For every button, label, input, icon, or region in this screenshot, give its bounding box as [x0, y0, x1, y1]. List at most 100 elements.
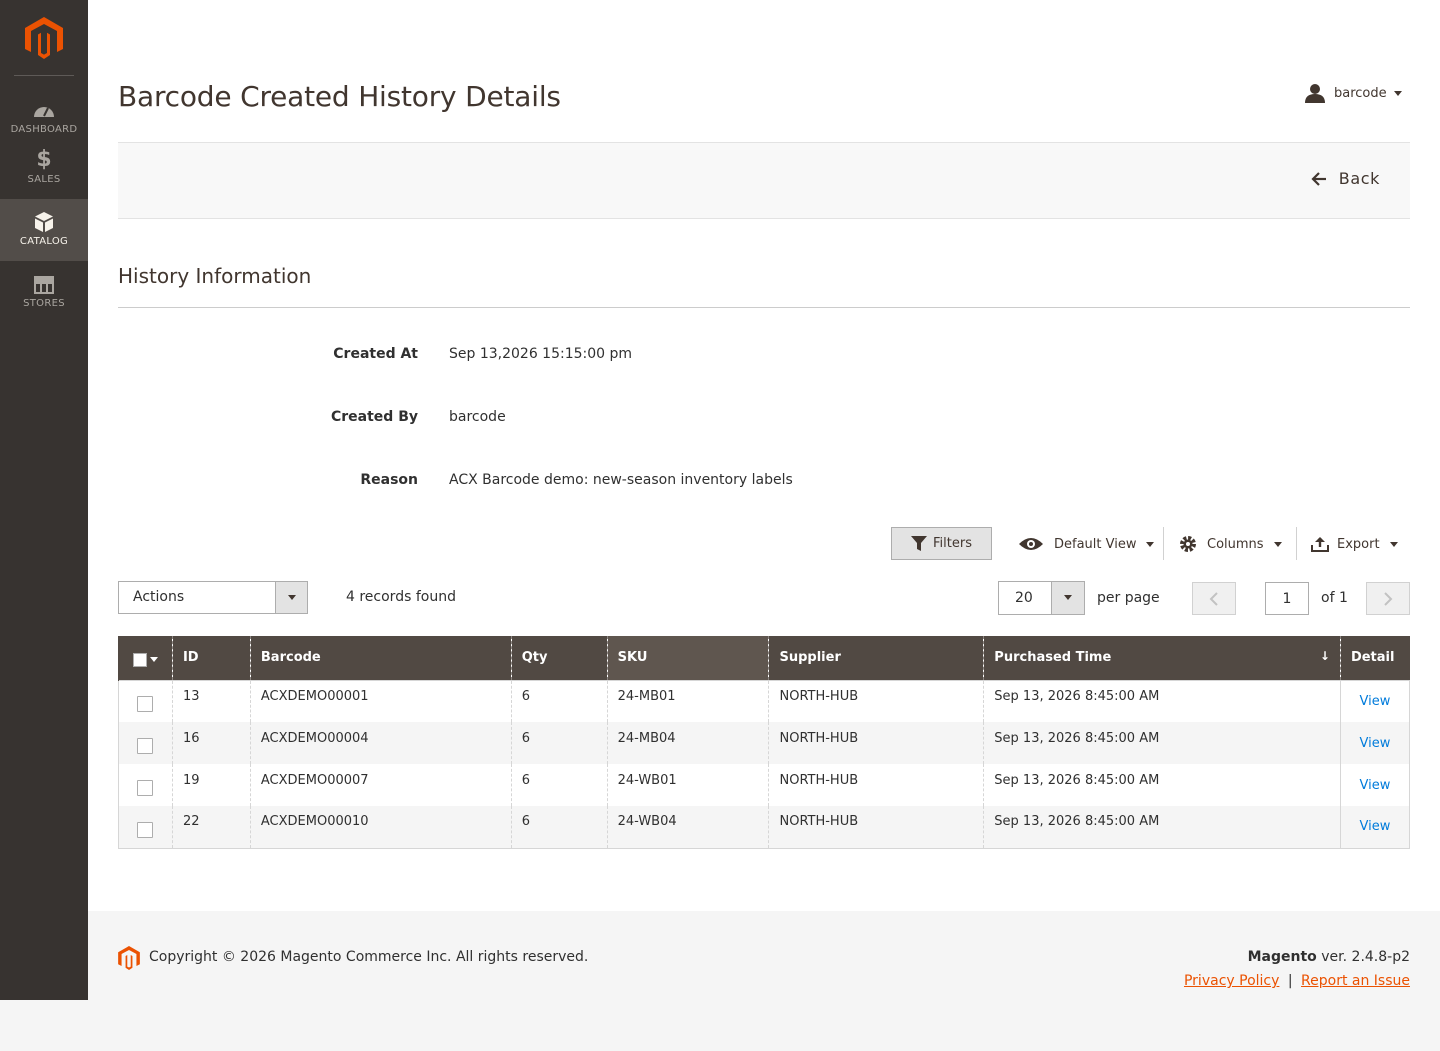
- view-link[interactable]: View: [1360, 736, 1391, 751]
- chevron-down-icon: [1389, 541, 1398, 547]
- cell-qty: 6: [510, 680, 608, 722]
- cell-qty: 6: [510, 806, 608, 848]
- sidebar-item-label: SALES: [27, 174, 61, 185]
- column-header-barcode[interactable]: Barcode: [249, 636, 512, 680]
- dashboard-icon: [34, 107, 54, 117]
- view-link[interactable]: View: [1360, 778, 1391, 793]
- view-link[interactable]: View: [1360, 694, 1391, 709]
- eye-icon: [1019, 538, 1043, 550]
- page-number-input[interactable]: [1265, 582, 1309, 615]
- sidebar-item-stores[interactable]: STORES: [0, 261, 88, 323]
- chevron-down-icon: [1393, 90, 1402, 96]
- previous-page-button[interactable]: [1192, 582, 1236, 615]
- columns-dropdown[interactable]: Columns: [1179, 532, 1282, 556]
- cell-detail: View: [1339, 680, 1410, 722]
- info-value: barcode: [449, 409, 506, 425]
- column-header-purchased-time[interactable]: Purchased Time ↓: [983, 636, 1341, 680]
- checkbox-icon: [132, 652, 147, 667]
- user-name: barcode: [1334, 85, 1387, 101]
- sort-descending-icon: ↓: [1319, 649, 1330, 663]
- barcode-history-grid: ID Barcode Qty SKU Supplier Purchased Ti…: [118, 636, 1410, 849]
- magento-logo-icon[interactable]: [118, 946, 140, 970]
- column-header-qty[interactable]: Qty: [510, 636, 608, 680]
- export-label: Export: [1337, 536, 1380, 552]
- info-label: Created By: [330, 409, 418, 425]
- row-checkbox[interactable]: [137, 738, 154, 754]
- page-total-label: of 1: [1321, 590, 1348, 606]
- cell-sku: 24-MB01: [606, 680, 769, 722]
- toolbar-divider: [1163, 527, 1164, 560]
- default-view-dropdown[interactable]: Default View: [1018, 532, 1155, 556]
- back-button[interactable]: Back: [1311, 169, 1380, 188]
- chevron-down-icon: [1273, 541, 1282, 547]
- mass-actions-select[interactable]: Actions: [118, 581, 308, 614]
- sidebar-item-label: CATALOG: [19, 236, 69, 247]
- chevron-down-icon: [275, 582, 307, 613]
- magento-logo-icon[interactable]: [25, 17, 63, 59]
- filter-icon: [911, 536, 928, 551]
- column-header-supplier[interactable]: Supplier: [768, 636, 984, 680]
- box-icon: [35, 212, 53, 232]
- column-header-sku[interactable]: SKU: [606, 636, 769, 680]
- row-select-cell: [118, 722, 173, 764]
- gear-icon: [1180, 536, 1196, 552]
- cell-barcode: ACXDEMO00010: [249, 806, 512, 848]
- row-select-cell: [118, 806, 173, 848]
- cell-sku: 24-WB04: [606, 806, 769, 848]
- arrow-left-icon: [1311, 171, 1326, 186]
- cell-supplier: NORTH-HUB: [768, 806, 984, 848]
- row-checkbox[interactable]: [137, 780, 154, 796]
- row-checkbox[interactable]: [137, 821, 154, 838]
- cell-id: 22: [171, 806, 251, 848]
- filters-button[interactable]: Filters: [891, 527, 992, 560]
- user-account-menu[interactable]: barcode: [1305, 82, 1402, 104]
- store-icon: [34, 276, 54, 294]
- cell-qty: 6: [510, 722, 608, 764]
- report-issue-link[interactable]: Report an Issue: [1301, 973, 1410, 989]
- privacy-policy-link[interactable]: Privacy Policy: [1184, 973, 1279, 989]
- info-row-created-by: Created By barcode: [118, 409, 1118, 429]
- info-label: Created At: [333, 346, 418, 362]
- mass-select-checkbox[interactable]: [132, 652, 158, 667]
- per-page-select[interactable]: 20: [998, 581, 1085, 615]
- cell-barcode: ACXDEMO00001: [249, 680, 512, 722]
- cell-supplier: NORTH-HUB: [768, 680, 984, 722]
- cell-id: 16: [171, 722, 251, 764]
- sidebar-item-label: DASHBOARD: [10, 124, 78, 135]
- footer-version-number: ver. 2.4.8-p2: [1316, 949, 1410, 965]
- grid-header-row: ID Barcode Qty SKU Supplier Purchased Ti…: [118, 636, 1410, 680]
- cell-purchased-time: Sep 13, 2026 8:45:00 AM: [983, 680, 1341, 722]
- per-page-value: 20: [1015, 590, 1033, 606]
- column-header-label: Purchased Time: [994, 650, 1112, 666]
- sidebar-item-catalog[interactable]: CATALOG: [0, 199, 88, 261]
- view-link[interactable]: View: [1360, 819, 1391, 834]
- cell-barcode: ACXDEMO00007: [249, 764, 512, 806]
- info-value: ACX Barcode demo: new-season inventory l…: [449, 472, 793, 488]
- cell-id: 13: [171, 680, 251, 722]
- back-button-label: Back: [1338, 169, 1380, 188]
- table-row: 22 ACXDEMO00010 6 24-WB04 NORTH-HUB Sep …: [118, 806, 1410, 848]
- export-dropdown[interactable]: Export: [1311, 532, 1398, 556]
- columns-label: Columns: [1207, 536, 1264, 552]
- cell-detail: View: [1339, 764, 1410, 806]
- records-count: 4 records found: [346, 589, 456, 605]
- mass-select-header[interactable]: [118, 636, 173, 680]
- row-select-cell: [118, 764, 173, 806]
- footer-copyright: Copyright © 2026 Magento Commerce Inc. A…: [149, 949, 589, 965]
- cell-supplier: NORTH-HUB: [768, 722, 984, 764]
- cell-detail: View: [1339, 722, 1410, 764]
- chevron-down-icon: [149, 657, 158, 663]
- column-header-id[interactable]: ID: [171, 636, 251, 680]
- sidebar-divider: [14, 75, 74, 76]
- cell-supplier: NORTH-HUB: [768, 764, 984, 806]
- dollar-icon: $: [36, 147, 52, 172]
- info-label: Reason: [360, 472, 418, 488]
- default-view-label: Default View: [1054, 536, 1137, 552]
- chevron-right-icon: [1384, 592, 1393, 606]
- info-value: Sep 13,2026 15:15:00 pm: [449, 346, 633, 362]
- row-checkbox[interactable]: [137, 696, 154, 713]
- mass-actions-label: Actions: [133, 589, 185, 605]
- next-page-button[interactable]: [1366, 582, 1410, 615]
- sidebar-item-sales[interactable]: $ SALES: [0, 137, 88, 199]
- export-icon: [1311, 537, 1329, 552]
